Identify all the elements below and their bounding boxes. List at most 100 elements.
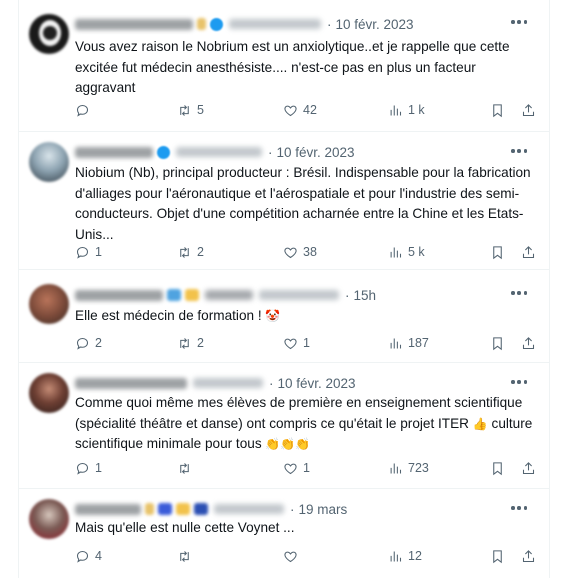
share-button[interactable] [521, 334, 541, 352]
like-button[interactable] [283, 547, 303, 565]
views-button[interactable]: 5 k [388, 243, 425, 261]
reply-icon [76, 337, 89, 350]
tweet-text: Mais qu'elle est nulle cette Voynet ... [75, 520, 295, 535]
share-button[interactable] [521, 101, 541, 119]
bookmark-button[interactable] [490, 334, 510, 352]
more-icon[interactable] [511, 20, 527, 24]
tweet[interactable]: · 10 févr. 2023 Vous avez raison le Nobr… [19, 0, 549, 132]
retweet-button[interactable] [177, 459, 197, 477]
clapping-emoji: 👏👏👏 [265, 437, 311, 451]
reply-button[interactable]: 2 [75, 334, 102, 352]
reply-icon [76, 550, 89, 563]
flag-icon [194, 503, 208, 515]
more-icon[interactable] [511, 380, 527, 384]
more-icon[interactable] [511, 291, 527, 295]
heart-icon [284, 463, 297, 474]
badge-icon [197, 18, 206, 30]
timeline: · 10 févr. 2023 Vous avez raison le Nobr… [18, 0, 550, 578]
wave-icon [167, 289, 181, 301]
views-icon [390, 551, 402, 561]
avatar[interactable] [29, 373, 69, 413]
tweet-date[interactable]: 19 mars [299, 502, 348, 517]
bookmark-icon [493, 103, 502, 117]
more-icon[interactable] [511, 149, 527, 153]
reply-count: 2 [95, 336, 102, 350]
avatar[interactable] [29, 499, 69, 539]
views-button[interactable]: 723 [388, 459, 429, 477]
retweet-icon [180, 246, 189, 258]
flag-icon [158, 503, 172, 515]
share-button[interactable] [521, 243, 541, 261]
author-name[interactable] [75, 377, 187, 389]
tweet-date[interactable]: 10 févr. 2023 [336, 17, 414, 32]
views-icon [390, 463, 402, 473]
share-button[interactable] [521, 547, 541, 565]
tweet-actions: 1 2 38 5 k [75, 243, 535, 261]
avatar[interactable] [29, 14, 69, 54]
views-count: 12 [408, 549, 422, 563]
author-name[interactable] [75, 503, 141, 515]
bookmark-button[interactable] [490, 243, 510, 261]
tweet-date[interactable]: 10 févr. 2023 [277, 145, 355, 160]
reply-button[interactable]: 1 [75, 459, 102, 477]
avatar[interactable] [29, 142, 69, 182]
reply-button[interactable] [75, 101, 95, 119]
share-icon [522, 103, 535, 116]
views-button[interactable]: 12 [388, 547, 422, 565]
share-icon [522, 336, 535, 349]
like-button[interactable]: 1 [283, 334, 310, 352]
views-icon [390, 247, 402, 257]
verified-icon [157, 145, 170, 159]
tweet[interactable]: · 10 févr. 2023 Niobium (Nb), principal … [19, 132, 549, 270]
tweet-header: · 10 févr. 2023 [75, 374, 356, 392]
views-icon [390, 105, 402, 115]
tweet-text: Vous avez raison le Nobrium est un anxio… [75, 39, 510, 95]
bookmark-button[interactable] [490, 101, 510, 119]
views-icon [390, 338, 402, 348]
author-handle[interactable] [214, 504, 284, 514]
like-button[interactable]: 38 [283, 243, 317, 261]
separator-dot: · [269, 375, 274, 391]
verified-icon [210, 17, 223, 31]
tweet[interactable]: · 19 mars Mais qu'elle est nulle cette V… [19, 489, 549, 578]
tweet-header: · 19 mars [75, 500, 347, 518]
author-name[interactable] [75, 146, 153, 158]
author-handle[interactable] [193, 378, 263, 388]
author-name[interactable] [75, 289, 163, 301]
more-icon[interactable] [511, 506, 527, 510]
reply-button[interactable]: 4 [75, 547, 102, 565]
author-handle[interactable] [176, 147, 262, 157]
reply-icon [76, 104, 89, 117]
bookmark-icon [493, 549, 502, 563]
retweet-button[interactable]: 5 [177, 101, 204, 119]
like-count: 1 [303, 461, 310, 475]
tweet-header: · 10 févr. 2023 [75, 143, 355, 161]
like-button[interactable]: 1 [283, 459, 310, 477]
separator-dot: · [345, 287, 350, 303]
views-button[interactable]: 187 [388, 334, 429, 352]
views-button[interactable]: 1 k [388, 101, 425, 119]
tweet[interactable]: · 15h Elle est médecin de formation ! 🤡 … [19, 270, 549, 363]
badge-icon [145, 503, 154, 515]
share-icon [522, 549, 535, 562]
avatar[interactable] [29, 284, 69, 324]
retweet-button[interactable]: 2 [177, 334, 204, 352]
tweet[interactable]: · 10 févr. 2023 Comme quoi même mes élèv… [19, 363, 549, 489]
retweet-button[interactable] [177, 547, 197, 565]
author-name[interactable] [75, 18, 193, 30]
author-handle[interactable] [205, 290, 253, 300]
bookmark-icon [493, 245, 502, 259]
bookmark-button[interactable] [490, 459, 510, 477]
share-icon [522, 245, 535, 258]
tweet-date[interactable]: 10 févr. 2023 [278, 376, 356, 391]
reply-button[interactable]: 1 [75, 243, 102, 261]
like-button[interactable]: 42 [283, 101, 317, 119]
separator-dot: · [268, 144, 273, 160]
share-button[interactable] [521, 459, 541, 477]
bookmark-button[interactable] [490, 547, 510, 565]
tweet-date[interactable]: 15h [354, 288, 377, 303]
retweet-button[interactable]: 2 [177, 243, 204, 261]
author-handle[interactable] [229, 19, 321, 29]
views-count: 5 k [408, 245, 425, 259]
tweet-text: Elle est médecin de formation ! 🤡 [75, 308, 281, 323]
